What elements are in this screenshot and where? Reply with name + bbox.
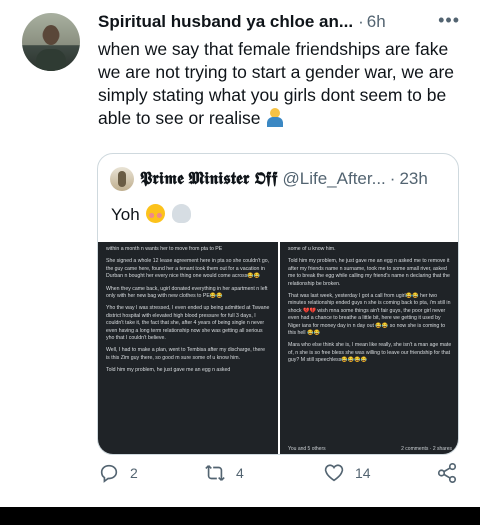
quoted-body: Yoh [111,205,140,224]
quoted-timestamp: 23h [399,169,428,188]
flushed-face-emoji [146,204,166,223]
quoted-author-name: 𝕻𝖗𝖎𝖒𝖊 𝕸𝖎𝖓𝖎𝖘𝖙𝖊𝖗 𝕺𝖋𝖋 [140,169,278,188]
right-paragraph: Told him my problem, he just gave me an … [288,258,450,287]
man-shrugging-emoji [265,107,285,127]
tweet-timestamp[interactable]: 6h [367,12,386,32]
skull-emoji [172,204,192,223]
right-paragraph: Mara who else think she is, I mean like … [288,342,452,364]
like-count: 14 [355,465,371,481]
reply-count: 2 [130,465,138,481]
retweet-button[interactable]: 4 [204,462,244,484]
author-avatar[interactable] [22,13,80,71]
left-paragraph: within a month n wants her to move from … [106,246,223,252]
left-paragraph: Well, I had to make a plan, went to Temb… [106,347,265,361]
comments-shares-count: 2 comments · 2 shares [401,446,452,452]
right-paragraph: some of u know him. [288,246,336,252]
left-paragraph: Yho the way I was stressed, I even ended… [106,305,270,342]
tweet-actions: 2 4 14 [98,462,468,486]
bottom-bar [0,507,480,525]
quoted-media[interactable]: within a month n wants her to move from … [98,242,458,454]
header-separator: · [358,12,364,31]
tweet-text: when we say that female friendships are … [98,38,468,130]
left-paragraph: She signed a whole 12 lease agreement he… [106,258,270,280]
share-icon [437,463,457,483]
avatar-body [36,49,66,71]
reply-icon [100,464,118,483]
quoted-separator: · [389,169,396,188]
retweet-icon [205,465,225,481]
screenshot-image-right[interactable]: some of u know him. Told him my problem,… [280,242,458,454]
quoted-tweet[interactable]: 𝕻𝖗𝖎𝖒𝖊 𝕸𝖎𝖓𝖎𝖘𝖙𝖊𝖗 𝕺𝖋𝖋 @Life_After... · 23h … [97,153,459,455]
quoted-tweet-text: Yoh [111,204,192,225]
like-button[interactable]: 14 [323,462,371,484]
quoted-author-avatar[interactable] [110,167,134,191]
reply-button[interactable]: 2 [98,462,138,484]
tweet-header: Spiritual husband ya chloe an... · 6h ••… [98,10,464,34]
right-paragraph: That was last week, yesterday I got a ca… [288,293,451,337]
left-paragraph: When they came back, ugirl donated every… [106,285,268,300]
tweet[interactable]: Spiritual husband ya chloe an... · 6h ••… [0,0,480,507]
more-options-icon[interactable]: ••• [438,10,460,31]
retweet-count: 4 [236,465,244,481]
reactions-count: You and 5 others [288,446,326,452]
author-display-name[interactable]: Spiritual husband ya chloe an... [98,12,353,32]
left-paragraph: Told him my problem, he just gave me an … [106,367,231,374]
screenshot-image-left[interactable]: within a month n wants her to move from … [98,242,278,454]
quoted-tweet-header: 𝕻𝖗𝖎𝖒𝖊 𝕸𝖎𝖓𝖎𝖘𝖙𝖊𝖗 𝕺𝖋𝖋 @Life_After... · 23h [110,166,448,192]
quoted-author-handle: @Life_After... [282,169,386,188]
heart-icon [324,464,344,482]
avatar-head [43,25,59,45]
image-footer: You and 5 others 2 comments · 2 shares [288,446,452,452]
share-button[interactable] [436,462,468,484]
